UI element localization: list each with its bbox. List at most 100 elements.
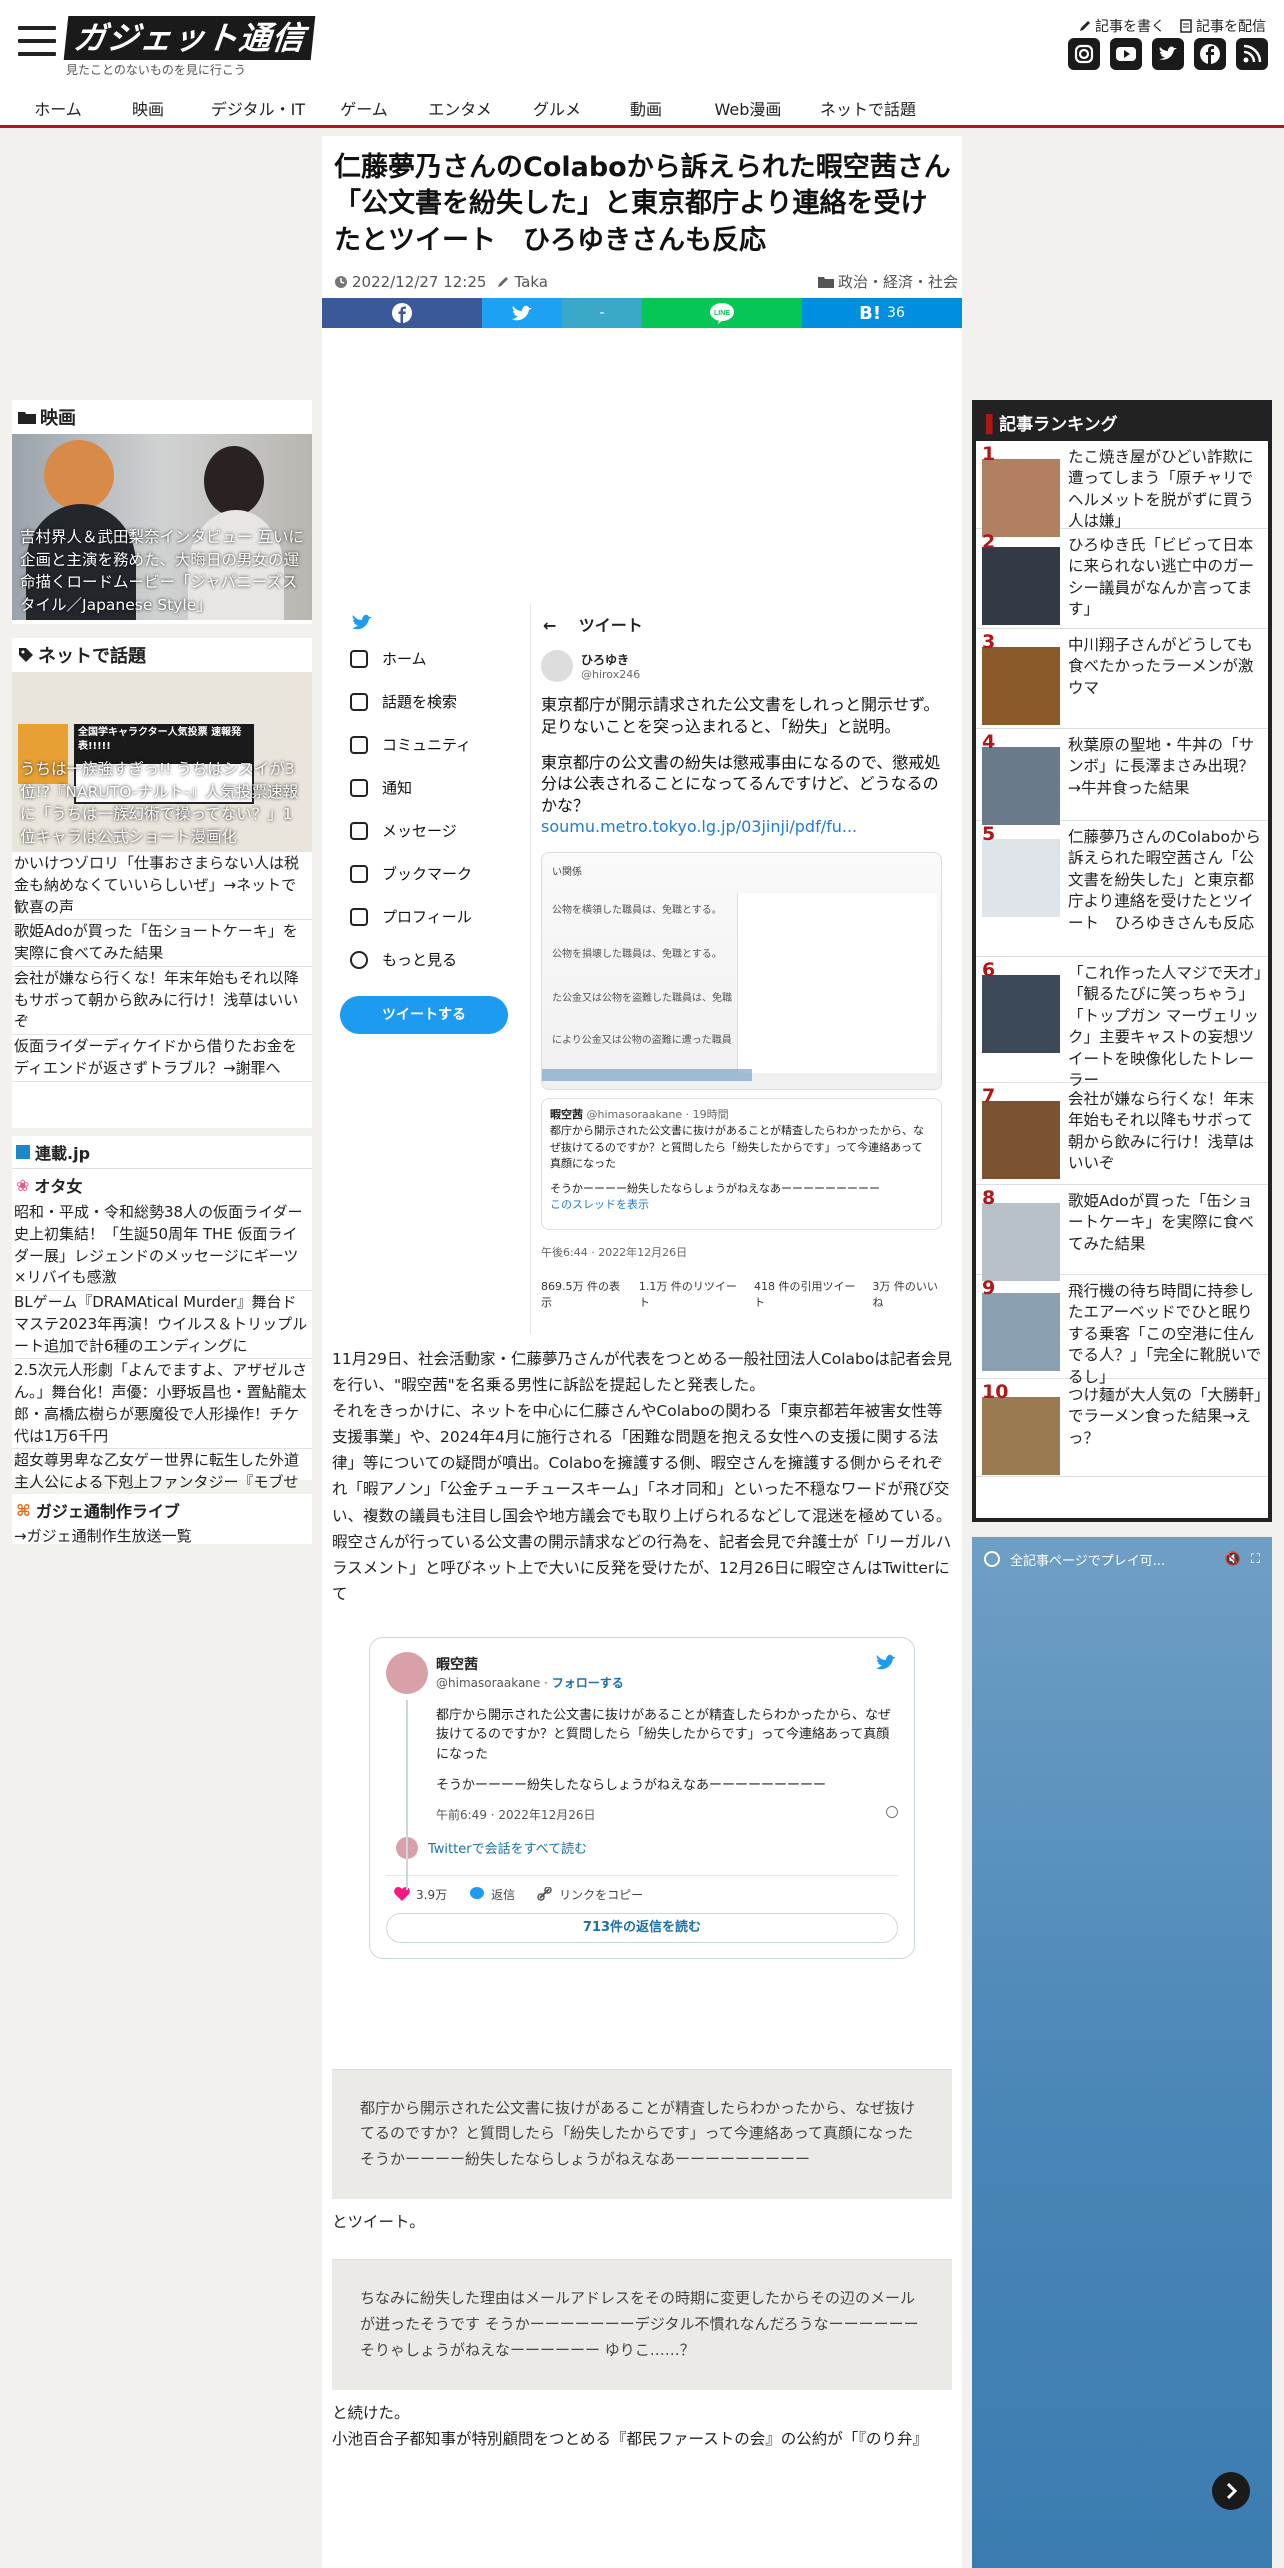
instagram-icon[interactable] bbox=[1068, 38, 1100, 70]
nav-video[interactable]: 動画 bbox=[604, 88, 688, 125]
nav-web-manga[interactable]: Web漫画 bbox=[688, 88, 808, 125]
document-icon bbox=[1180, 19, 1192, 33]
rank-number: 8 bbox=[982, 1187, 996, 1209]
nav-gourmet[interactable]: グルメ bbox=[510, 88, 604, 125]
rank-number: 2 bbox=[982, 531, 996, 553]
list-item[interactable]: かいけつゾロリ「仕事おさまらない人は税金も納めなくていいらしいぜ」→ネットで歓喜… bbox=[12, 852, 312, 921]
embed-actions: 3.9万 返信 リンクをコピー bbox=[386, 1874, 898, 1903]
person-icon bbox=[350, 907, 368, 926]
distribute-article-link[interactable]: 記事を配信 bbox=[1179, 16, 1266, 36]
facebook-share-button[interactable] bbox=[322, 298, 482, 329]
next-arrow-button[interactable] bbox=[1212, 2472, 1250, 2510]
nav-net-topic[interactable]: ネットで話題 bbox=[808, 88, 928, 125]
ranking-item[interactable]: 1 たこ焼き屋がひどい詐欺に遭ってしまう「原チャリでヘルメットを脱がずに買う人は嫌… bbox=[976, 441, 1268, 537]
ranking-title[interactable]: つけ麺が大人気の「大勝軒」でラーメン食った結果→えっ？ bbox=[1068, 1385, 1262, 1470]
twitter-share-count: - bbox=[562, 298, 642, 329]
ranking-item[interactable]: 7 会社が嫌なら行くな！年末年始もそれ以降もサボって朝から飲みに行け！浅草はいいぞ bbox=[976, 1083, 1268, 1185]
rank-number: 9 bbox=[982, 1277, 996, 1299]
ranking-item[interactable]: 2 ひろゆき氏「ビビって日本に来られない逃亡中のガーシー議員がなんか言ってます」 bbox=[976, 529, 1268, 629]
ranking-thumbnail[interactable] bbox=[982, 1101, 1060, 1179]
line-share-button[interactable]: LINE bbox=[642, 298, 802, 329]
ranking-item[interactable]: 9 飛行機の待ち時間に持参したエアーベッドでひと眠りする乗客「この空港に住んでる人… bbox=[976, 1275, 1268, 1386]
ranking-item[interactable]: 6 「これ作った人マジで天才」「観るたびに笑っちゃう」「トップガン マーヴェリック… bbox=[976, 957, 1268, 1089]
ranking-title[interactable]: たこ焼き屋がひどい詐欺に遭ってしまう「原チャリでヘルメットを脱がずに買う人は嫌」 bbox=[1068, 447, 1262, 530]
ranking-title[interactable]: ひろゆき氏「ビビって日本に来られない逃亡中のガーシー議員がなんか言ってます」 bbox=[1068, 535, 1262, 622]
hatena-icon: B! bbox=[859, 302, 882, 324]
youtube-icon[interactable] bbox=[1110, 38, 1142, 70]
ranking-title[interactable]: 仁藤夢乃さんのColaboから訴えられた暇空茜さん「公文書を紛失した」と東京都庁… bbox=[1068, 827, 1262, 950]
ranking-heading: ▌記事ランキング bbox=[976, 404, 1268, 441]
like-button[interactable]: 3.9万 bbox=[394, 1886, 447, 1903]
ranking-thumbnail[interactable] bbox=[982, 547, 1060, 625]
ranking-title[interactable]: 中川翔子さんがどうしても食べたかったラーメンが激ウマ bbox=[1068, 635, 1262, 722]
menu-icon[interactable] bbox=[18, 26, 56, 60]
ranking-thumbnail[interactable] bbox=[982, 1203, 1060, 1281]
ranking-thumbnail[interactable] bbox=[982, 647, 1060, 725]
ranking-thumbnail[interactable] bbox=[982, 747, 1060, 825]
fullscreen-icon[interactable]: ⛶ bbox=[1251, 1552, 1260, 1567]
avatar[interactable] bbox=[386, 1651, 428, 1694]
ranking-item[interactable]: 8 歌姫Adoが買った「缶ショートケーキ」を実際に食べてみた結果 bbox=[976, 1185, 1268, 1281]
live-link[interactable]: →ガジェ通制作生放送一覧 bbox=[12, 1526, 312, 1548]
ranking-title[interactable]: 会社が嫌なら行くな！年末年始もそれ以降もサボって朝から飲みに行け！浅草はいいぞ bbox=[1068, 1089, 1262, 1178]
rensai-heading[interactable]: 連載.jp bbox=[35, 1140, 90, 1164]
ranking-title[interactable]: 「これ作った人マジで天才」「観るたびに笑っちゃう」「トップガン マーヴェリック」… bbox=[1068, 963, 1262, 1089]
nav-game[interactable]: ゲーム bbox=[318, 88, 410, 125]
ranking-thumbnail[interactable] bbox=[982, 1293, 1060, 1371]
reply-button[interactable]: 返信 bbox=[469, 1886, 515, 1903]
twitter-bird-icon[interactable] bbox=[874, 1652, 898, 1672]
nav-entame[interactable]: エンタメ bbox=[410, 88, 510, 125]
ranking-thumbnail[interactable] bbox=[982, 839, 1060, 917]
rank-number: 3 bbox=[982, 631, 996, 653]
twitter-share-button[interactable] bbox=[482, 298, 562, 329]
mute-icon[interactable]: 🔇 bbox=[1225, 1552, 1241, 1567]
nav-digital[interactable]: デジタル・IT bbox=[198, 88, 318, 125]
net-topic-heading[interactable]: ネットで話題 bbox=[38, 642, 146, 668]
read-conversation-link[interactable]: Twitterで会話をすべて読む bbox=[396, 1836, 898, 1859]
article-author[interactable]: Taka bbox=[514, 273, 548, 291]
hatena-share-button[interactable]: B! 36 bbox=[802, 298, 962, 329]
body-paragraph: 暇空さんが行っている公文書の開示請求などの行為を、記者会見で弁護士が「リーガルハ… bbox=[332, 1532, 952, 1603]
info-icon[interactable] bbox=[886, 1805, 898, 1818]
twitter-icon[interactable] bbox=[1152, 38, 1184, 70]
movie-feature[interactable]: 吉村界人＆武田梨奈インタビュー 互いに企画と主演を務めた、大晦日の男女の運命描く… bbox=[12, 434, 312, 620]
copy-link-button[interactable]: リンクをコピー bbox=[537, 1886, 643, 1903]
nav-home[interactable]: ホーム bbox=[18, 88, 98, 125]
movie-heading[interactable]: 映画 bbox=[40, 404, 76, 430]
embed-handle[interactable]: @himasoraakane bbox=[436, 1676, 540, 1690]
embed-name[interactable]: 暇空茜 bbox=[436, 1654, 624, 1674]
body-paragraph: 11月29日、社会活動家・仁藤夢乃さんが代表をつとめる一般社団法人Colaboは… bbox=[332, 1350, 952, 1395]
ranking-title[interactable]: 飛行機の待ち時間に持参したエアーベッドでひと眠りする乗客「この空港に住んでる人？… bbox=[1068, 1281, 1262, 1386]
nav-movie[interactable]: 映画 bbox=[98, 88, 198, 125]
otajo-icon: ❀ bbox=[16, 1175, 30, 1195]
facebook-icon[interactable] bbox=[1194, 38, 1226, 70]
follow-button[interactable]: フォローする bbox=[552, 1676, 624, 1690]
net-topic-feature[interactable]: 全国学キャラクター人気投票 速報発表!!!!! うちは一族強すぎっ!! うちはシ… bbox=[12, 672, 312, 852]
embed-time[interactable]: 午前6:49 · 2022年12月26日 bbox=[436, 1805, 898, 1823]
ranking-title[interactable]: 歌姫Adoが買った「缶ショートケーキ」を実際に食べてみた結果 bbox=[1068, 1191, 1262, 1268]
ranking-item[interactable]: 3 中川翔子さんがどうしても食べたかったラーメンが激ウマ bbox=[976, 629, 1268, 729]
tw-time: 午後6:44 · 2022年12月26日 bbox=[541, 1245, 688, 1259]
list-item[interactable]: 昭和・平成・令和総勢38人の仮面ライダー史上初集結！「生誕50周年 THE 仮面… bbox=[12, 1201, 312, 1291]
ranking-item[interactable]: 4 秋葉原の聖地・牛丼の「サンボ」に長澤まさみ出現？→牛丼食った結果 bbox=[976, 729, 1268, 825]
list-item[interactable]: 2.5次元人形劇「よんでますよ、アザゼルさん。」舞台化！声優：小野坂昌也・置鮎龍… bbox=[12, 1359, 312, 1450]
live-heading[interactable]: ガジェ通制作ライブ bbox=[36, 1498, 180, 1522]
rss-icon[interactable] bbox=[1236, 38, 1268, 70]
article-category[interactable]: 政治・経済・社会 bbox=[838, 271, 958, 292]
ranking-item[interactable]: 10 つけ麺が大人気の「大勝軒」でラーメン食った結果→えっ？ bbox=[976, 1379, 1268, 1477]
video-player[interactable]: 全記事ページでプレイ可... 🔇 ⛶ bbox=[972, 1537, 1272, 2568]
ranking-item[interactable]: 5 仁藤夢乃さんのColaboから訴えられた暇空茜さん「公文書を紛失した」と東京都… bbox=[976, 821, 1268, 957]
otajo-heading[interactable]: オタ女 bbox=[34, 1173, 82, 1197]
write-article-link[interactable]: 記事を書く bbox=[1078, 16, 1165, 36]
list-item[interactable]: 仮面ライダーディケイドから借りたお金をディエンドが返さずトラブル？→謝罪へ bbox=[12, 1035, 312, 1082]
read-replies-button[interactable]: 713件の返信を読む bbox=[386, 1912, 898, 1943]
ranking-thumbnail[interactable] bbox=[982, 1397, 1060, 1475]
list-item[interactable]: 歌姫Adoが買った「缶ショートケーキ」を実際に食べてみた結果 bbox=[12, 920, 312, 967]
ranking-title[interactable]: 秋葉原の聖地・牛丼の「サンボ」に長澤まさみ出現？→牛丼食った結果 bbox=[1068, 735, 1262, 814]
ranking-thumbnail[interactable] bbox=[982, 975, 1060, 1053]
site-logo[interactable]: ガジェット通信 bbox=[63, 16, 316, 60]
tw-tweet-button: ツイートする bbox=[340, 996, 508, 1035]
ranking-thumbnail[interactable] bbox=[982, 459, 1060, 537]
list-item[interactable]: 会社が嫌なら行くな！年末年始もそれ以降もサボって朝から飲みに行け！浅草はいいぞ bbox=[12, 967, 312, 1035]
list-item[interactable]: BLゲーム『DRAMAtical Murder』舞台ドマステ2023年再演！ウイ… bbox=[12, 1291, 312, 1360]
